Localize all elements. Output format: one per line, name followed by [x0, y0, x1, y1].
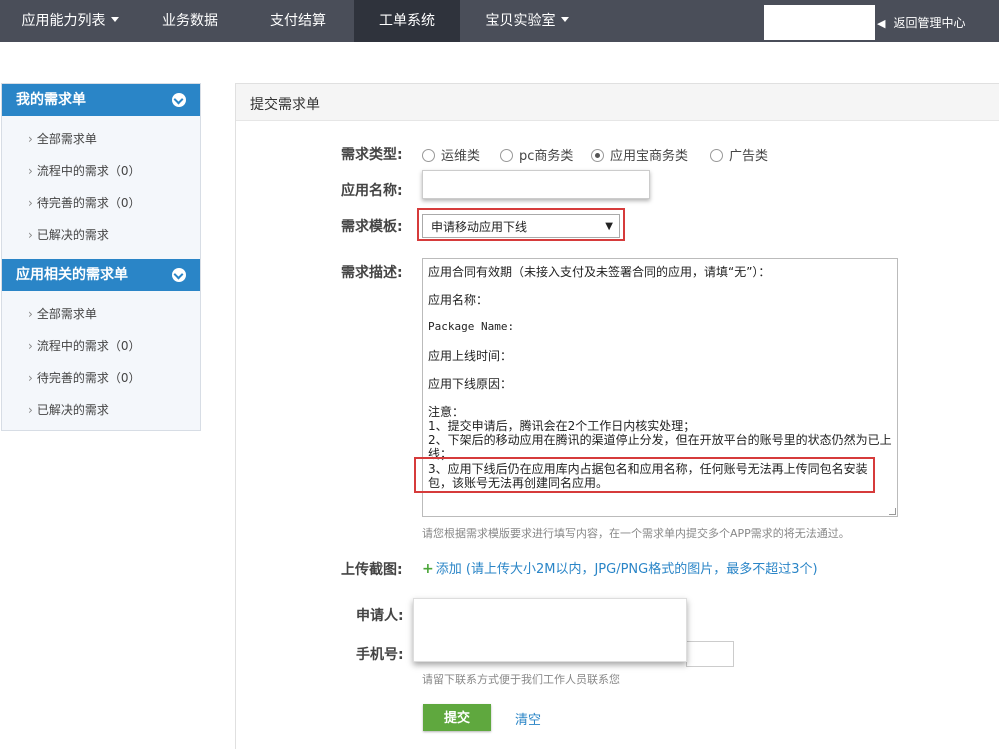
desc-line: 应用上线时间：	[428, 349, 513, 363]
sidebar-item-in-progress[interactable]: › 流程中的需求（0）	[28, 161, 140, 181]
desc-hint: 请您根据需求模版要求进行填写内容，在一个需求单内提交多个APP需求的将无法通过。	[422, 527, 850, 540]
chevron-down-circle-icon[interactable]	[172, 268, 186, 282]
clear-link[interactable]: 清空	[515, 709, 541, 728]
sidebar-group-app-requests[interactable]: 应用相关的需求单	[2, 259, 200, 291]
desc-line: 2、下架后的移动应用在腾讯的渠道停止分发，但在开放平台的账号里的状态仍然为已上	[428, 433, 892, 447]
desc-label: 需求描述:	[341, 265, 403, 281]
submit-button[interactable]: 提交	[423, 704, 491, 731]
resize-grip[interactable]	[889, 508, 896, 515]
caret-down-icon	[110, 16, 119, 22]
sidebar-item-resolved[interactable]: › 已解决的需求	[28, 225, 109, 245]
desc-line: Package Name:	[428, 320, 515, 333]
screenshot-label: 上传截图:	[341, 562, 403, 578]
radio-ads[interactable]: 广告类	[710, 145, 768, 164]
radio-icon	[710, 149, 723, 162]
highlight-box	[414, 457, 875, 493]
chevron-right-icon: ›	[28, 228, 33, 242]
chevron-right-icon: ›	[28, 196, 33, 210]
template-select[interactable]: 申请移动应用下线 ▼	[422, 214, 620, 238]
sidebar-item-all[interactable]: › 全部需求单	[28, 304, 97, 324]
desc-line: 应用名称：	[428, 293, 489, 307]
back-to-admin-link[interactable]: ◀ 返回管理中心	[877, 0, 965, 42]
arrow-left-icon: ◀	[877, 17, 886, 30]
sidebar-item-all[interactable]: › 全部需求单	[28, 129, 97, 149]
sidebar-item-to-complete[interactable]: › 待完善的需求（0）	[28, 368, 140, 388]
radio-ops[interactable]: 运维类	[422, 145, 480, 164]
nav-app-capabilities[interactable]: 应用能力列表	[14, 0, 126, 42]
nav-business-data[interactable]: 业务数据	[146, 0, 234, 42]
chevron-right-icon: ›	[28, 307, 33, 321]
sidebar-item-resolved[interactable]: › 已解决的需求	[28, 400, 109, 420]
contact-hint: 请留下联系方式便于我们工作人员联系您	[422, 673, 620, 686]
caret-down-icon	[560, 16, 569, 22]
dropdown-triangle-icon: ▼	[605, 221, 613, 232]
top-navbar: 应用能力列表 业务数据 支付结算 工单系统 宝贝实验室 ◀ 返回管理中心	[0, 0, 999, 42]
chevron-right-icon: ›	[28, 132, 33, 146]
chevron-right-icon: ›	[28, 164, 33, 178]
sidebar-item-in-progress[interactable]: › 流程中的需求（0）	[28, 336, 140, 356]
radio-appstore-business[interactable]: 应用宝商务类	[591, 145, 688, 164]
sidebar-item-to-complete[interactable]: › 待完善的需求（0）	[28, 193, 140, 213]
sidebar: 我的需求单 › 全部需求单 › 流程中的需求（0） › 待完善的需求（0） › 已解决的…	[1, 83, 201, 431]
applicant-label: 申请人:	[356, 608, 404, 624]
nav-payment-settlement[interactable]: 支付结算	[254, 0, 342, 42]
radio-pc-business[interactable]: pc商务类	[500, 145, 573, 164]
radio-selected-icon	[591, 149, 604, 162]
radio-icon	[500, 149, 513, 162]
user-info-box	[764, 5, 875, 40]
plus-icon: +	[422, 561, 434, 577]
type-label: 需求类型:	[341, 147, 403, 163]
phone-label: 手机号:	[356, 647, 404, 663]
panel-title: 提交需求单	[250, 97, 320, 113]
panel-header: 提交需求单	[236, 84, 999, 121]
nav-baby-lab[interactable]: 宝贝实验室	[474, 0, 580, 42]
desc-line: 应用下线原因：	[428, 377, 513, 391]
chevron-right-icon: ›	[28, 339, 33, 353]
sidebar-group-my-requests[interactable]: 我的需求单	[2, 84, 200, 116]
add-screenshot-link[interactable]: + 添加 (请上传大小2M以内，JPG/PNG格式的图片，最多不超过3个)	[422, 558, 818, 577]
desc-line: 应用合同有效期（未接入支付及未签署合同的应用，请填“无”）：	[428, 265, 771, 279]
app-name-input[interactable]	[422, 170, 650, 199]
applicant-input[interactable]	[413, 598, 687, 662]
chevron-right-icon: ›	[28, 371, 33, 385]
chevron-down-circle-icon[interactable]	[172, 93, 186, 107]
nav-ticket-system[interactable]: 工单系统	[354, 0, 460, 42]
phone-input[interactable]	[686, 641, 734, 667]
radio-icon	[422, 149, 435, 162]
chevron-right-icon: ›	[28, 403, 33, 417]
app-name-label: 应用名称:	[341, 183, 403, 199]
template-label: 需求模板:	[341, 219, 403, 235]
